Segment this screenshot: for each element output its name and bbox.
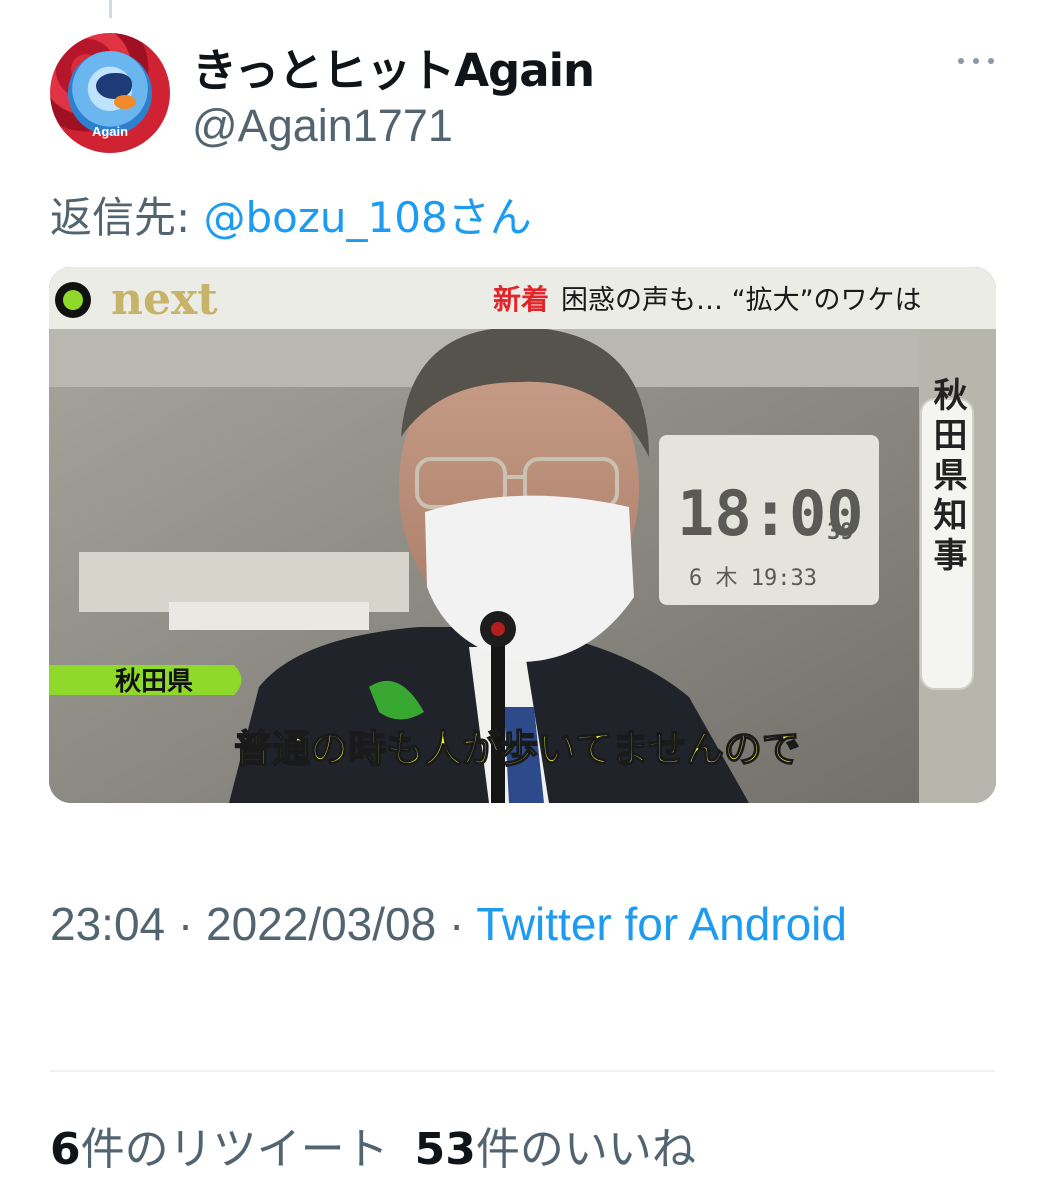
avatar-badge	[68, 51, 152, 135]
microphone	[491, 625, 505, 803]
fish-icon	[114, 95, 136, 109]
reply-mention-link[interactable]: @bozu_108さん	[204, 193, 532, 242]
avatar-label: Again	[91, 124, 129, 139]
clock-sub: 6 木 19:33	[689, 566, 817, 591]
more-options-icon[interactable]	[956, 50, 996, 70]
video-subtitle: 普通の時も人が歩いてませんので	[234, 727, 800, 771]
headline-tag: 新着	[493, 283, 549, 316]
tweet-source-link[interactable]: Twitter for Android	[476, 898, 847, 950]
avatar[interactable]: Again	[50, 33, 170, 153]
likes-stat[interactable]: 53件のいいね	[415, 1124, 696, 1175]
tweet-media-image[interactable]: 18:00 39 6 木 19:33 next 新着 困惑の声も… “拡大”のワ…	[49, 267, 996, 803]
likes-label: 件のいいね	[475, 1124, 696, 1175]
retweets-label: 件のリツイート	[80, 1124, 389, 1175]
likes-count: 53	[414, 1124, 476, 1175]
divider	[50, 1070, 995, 1072]
retweets-count: 6	[50, 1124, 81, 1175]
display-name[interactable]: きっとヒットAgain	[192, 34, 595, 99]
news-headline: 困惑の声も… “拡大”のワケは	[561, 285, 922, 316]
user-handle[interactable]: @Again1771	[192, 100, 453, 152]
tweet-timestamp: 23:04 · 2022/03/08 · Twitter for Android	[50, 878, 950, 970]
timestamp-date[interactable]: 23:04 · 2022/03/08 ·	[50, 898, 476, 950]
title-label: 秋田県知事	[927, 377, 967, 577]
program-logo: next	[111, 274, 218, 325]
reply-to-line: 返信先: @bozu_108さん	[50, 184, 532, 245]
clock-seconds: 39	[827, 520, 854, 545]
reply-prefix: 返信先:	[50, 193, 204, 242]
retweets-stat[interactable]: 6件のリツイート	[50, 1124, 389, 1175]
tweet-stats: 6件のリツイート 53件のいいね	[50, 1113, 696, 1177]
thread-connector-line	[109, 0, 112, 18]
location-label: 秋田県	[115, 667, 193, 697]
